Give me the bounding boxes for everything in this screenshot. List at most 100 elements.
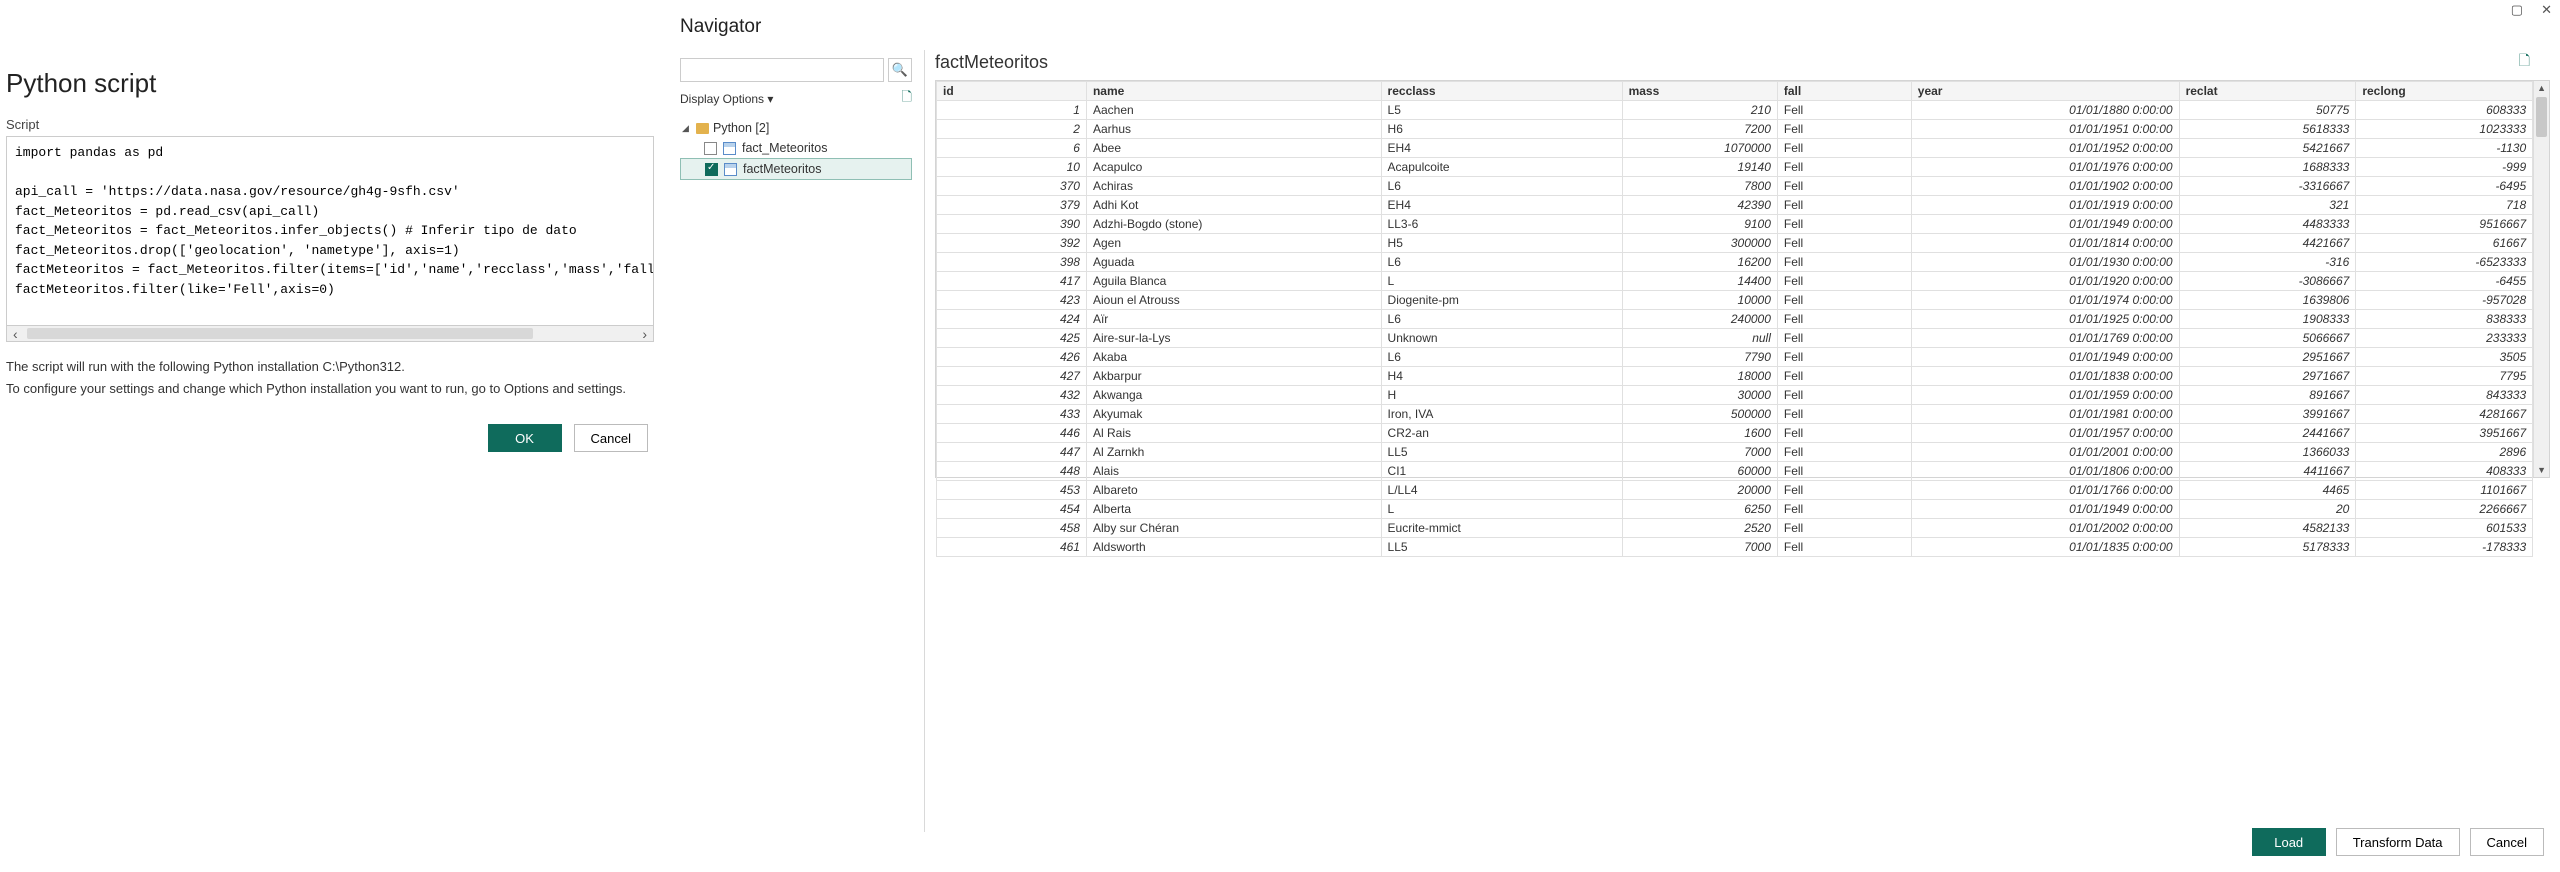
cell-name: Adzhi-Bogdo (stone) [1086,215,1381,234]
cell-name: Aïr [1086,310,1381,329]
table-row[interactable]: 398AguadaL616200Fell01/01/1930 0:00:00-3… [937,253,2533,272]
column-header[interactable]: recclass [1381,82,1622,101]
cell-reclat: 4421667 [2179,234,2356,253]
table-row[interactable]: 1AachenL5210Fell01/01/1880 0:00:00507756… [937,101,2533,120]
cell-recclass: Acapulcoite [1381,158,1622,177]
table-row[interactable]: 433AkyumakIron, IVA500000Fell01/01/1981 … [937,405,2533,424]
table-row[interactable]: 423Aioun el AtroussDiogenite-pm10000Fell… [937,291,2533,310]
cancel-button[interactable]: Cancel [574,424,648,452]
navigator-search-input[interactable] [680,58,884,82]
table-row[interactable]: 458Alby sur ChéranEucrite-mmict2520Fell0… [937,519,2533,538]
table-row[interactable]: 6AbeeEH41070000Fell01/01/1952 0:00:00542… [937,139,2533,158]
table-row[interactable]: 425Aire-sur-la-LysUnknownnullFell01/01/1… [937,329,2533,348]
tree-item[interactable]: factMeteoritos [680,158,912,180]
checkbox[interactable] [704,142,717,155]
column-header[interactable]: year [1911,82,2179,101]
table-row[interactable]: 424AïrL6240000Fell01/01/1925 0:00:001908… [937,310,2533,329]
cell-year: 01/01/1769 0:00:00 [1911,329,2179,348]
table-row[interactable]: 379Adhi KotEH442390Fell01/01/1919 0:00:0… [937,196,2533,215]
table-row[interactable]: 432AkwangaH30000Fell01/01/1959 0:00:0089… [937,386,2533,405]
tree-root-python[interactable]: ◢ Python [2] [680,118,912,138]
table-row[interactable]: 448AlaisCI160000Fell01/01/1806 0:00:0044… [937,462,2533,481]
table-row[interactable]: 426AkabaL67790Fell01/01/1949 0:00:002951… [937,348,2533,367]
table-row[interactable]: 447Al ZarnkhLL57000Fell01/01/2001 0:00:0… [937,443,2533,462]
column-header[interactable]: reclong [2356,82,2533,101]
column-header[interactable]: mass [1622,82,1777,101]
column-header[interactable]: name [1086,82,1381,101]
table-row[interactable]: 390Adzhi-Bogdo (stone)LL3-69100Fell01/01… [937,215,2533,234]
table-row[interactable]: 392AgenH5300000Fell01/01/1814 0:00:00442… [937,234,2533,253]
cell-reclat: 50775 [2179,101,2356,120]
cell-mass: 210 [1622,101,1777,120]
cell-recclass: H [1381,386,1622,405]
cell-mass: 300000 [1622,234,1777,253]
cell-id: 425 [937,329,1087,348]
table-row[interactable]: 417Aguila BlancaL14400Fell01/01/1920 0:0… [937,272,2533,291]
close-icon[interactable]: ✕ [2541,2,2552,18]
cell-recclass: L/LL4 [1381,481,1622,500]
cancel-button-footer[interactable]: Cancel [2470,828,2544,856]
tree-item[interactable]: fact_Meteoritos [680,138,912,158]
script-textarea[interactable] [6,136,654,326]
cell-recclass: LL3-6 [1381,215,1622,234]
checkbox[interactable] [705,163,718,176]
cell-recclass: Iron, IVA [1381,405,1622,424]
script-horizontal-scrollbar[interactable]: ‹ › [6,326,654,342]
maximize-icon[interactable]: ▢ [2511,2,2523,18]
cell-name: Alberta [1086,500,1381,519]
table-icon [723,142,736,155]
scroll-up-icon[interactable]: ▲ [2534,83,2549,93]
scroll-thumb[interactable] [27,328,533,339]
column-header[interactable]: id [937,82,1087,101]
scroll-thumb[interactable] [2536,97,2547,137]
cell-fall: Fell [1777,519,1911,538]
preview-vertical-scrollbar[interactable]: ▲ ▼ [2533,81,2549,477]
table-row[interactable]: 2AarhusH67200Fell01/01/1951 0:00:0056183… [937,120,2533,139]
cell-mass: 16200 [1622,253,1777,272]
cell-year: 01/01/1838 0:00:00 [1911,367,2179,386]
cell-mass: 240000 [1622,310,1777,329]
table-row[interactable]: 10AcapulcoAcapulcoite19140Fell01/01/1976… [937,158,2533,177]
cell-id: 448 [937,462,1087,481]
scroll-right-icon[interactable]: › [642,326,647,342]
load-button[interactable]: Load [2252,828,2326,856]
table-row[interactable]: 453AlbaretoL/LL420000Fell01/01/1766 0:00… [937,481,2533,500]
cell-name: Acapulco [1086,158,1381,177]
cell-reclat: 2951667 [2179,348,2356,367]
column-header[interactable]: reclat [2179,82,2356,101]
cell-id: 390 [937,215,1087,234]
cell-reclat: -316 [2179,253,2356,272]
scroll-left-icon[interactable]: ‹ [13,326,18,342]
table-row[interactable]: 370AchirasL67800Fell01/01/1902 0:00:00-3… [937,177,2533,196]
scroll-down-icon[interactable]: ▼ [2534,465,2549,475]
preview-panel: ▢ ✕ factMeteoritos 🗋 idnamerecclassmassf… [935,0,2560,872]
cell-reclong: 4281667 [2356,405,2533,424]
cell-name: Albareto [1086,481,1381,500]
table-row[interactable]: 461AldsworthLL57000Fell01/01/1835 0:00:0… [937,538,2533,557]
cell-name: Aachen [1086,101,1381,120]
transform-data-button[interactable]: Transform Data [2336,828,2460,856]
column-header[interactable]: fall [1777,82,1911,101]
cell-id: 426 [937,348,1087,367]
table-row[interactable]: 446Al RaisCR2-an1600Fell01/01/1957 0:00:… [937,424,2533,443]
navigator-title: Navigator [680,16,912,38]
table-row[interactable]: 454AlbertaL6250Fell01/01/1949 0:00:00202… [937,500,2533,519]
navigator-panel: Navigator 🔍 Display Options ▾ 🗋 ◢ Python… [660,0,920,872]
cell-id: 423 [937,291,1087,310]
preview-options-icon[interactable]: 🗋 [2519,50,2530,74]
cell-id: 424 [937,310,1087,329]
search-icon[interactable]: 🔍 [888,58,912,82]
ok-button[interactable]: OK [488,424,562,452]
cell-reclat: -3086667 [2179,272,2356,291]
cell-fall: Fell [1777,481,1911,500]
display-options-dropdown[interactable]: Display Options ▾ [680,92,773,106]
cell-mass: 7800 [1622,177,1777,196]
table-row[interactable]: 427AkbarpurH418000Fell01/01/1838 0:00:00… [937,367,2533,386]
cell-fall: Fell [1777,177,1911,196]
cell-name: Akyumak [1086,405,1381,424]
table-icon [724,163,737,176]
refresh-icon[interactable]: 🗋 [902,88,912,110]
cell-year: 01/01/1919 0:00:00 [1911,196,2179,215]
cell-reclong: 843333 [2356,386,2533,405]
cell-recclass: CR2-an [1381,424,1622,443]
